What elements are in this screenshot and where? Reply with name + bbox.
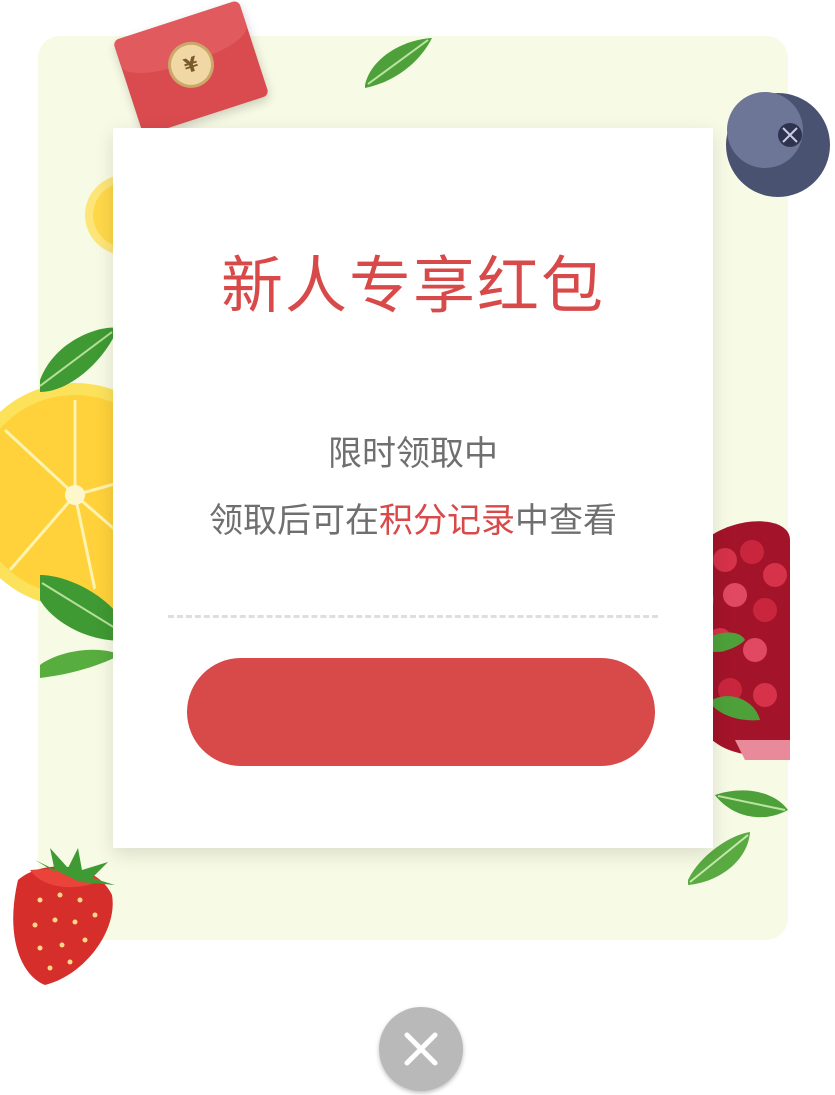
red-packet-card: 新人专享红包 限时领取中 领取后可在积分记录中查看 bbox=[113, 128, 713, 848]
limited-time-text: 限时领取中 bbox=[328, 434, 498, 474]
claim-button[interactable] bbox=[187, 658, 655, 766]
close-icon bbox=[404, 1032, 438, 1066]
modal-title: 新人专享红包 bbox=[220, 249, 605, 322]
strawberry-decoration bbox=[13, 848, 115, 985]
close-button[interactable] bbox=[379, 1007, 463, 1091]
blueberry-decoration bbox=[726, 92, 830, 197]
new-user-red-packet-modal: ¥ 新人专享红包 限时领取中 领取后可在积分记录中查看 bbox=[0, 0, 835, 1095]
points-record-link-text: 积分记录 bbox=[379, 501, 515, 541]
view-hint-prefix: 领取后可在 bbox=[209, 501, 379, 541]
yuan-symbol: ¥ bbox=[180, 51, 202, 79]
view-hint-text: 领取后可在积分记录中查看 bbox=[113, 498, 713, 544]
dashed-divider bbox=[168, 615, 658, 618]
view-hint-suffix: 中查看 bbox=[515, 501, 617, 541]
